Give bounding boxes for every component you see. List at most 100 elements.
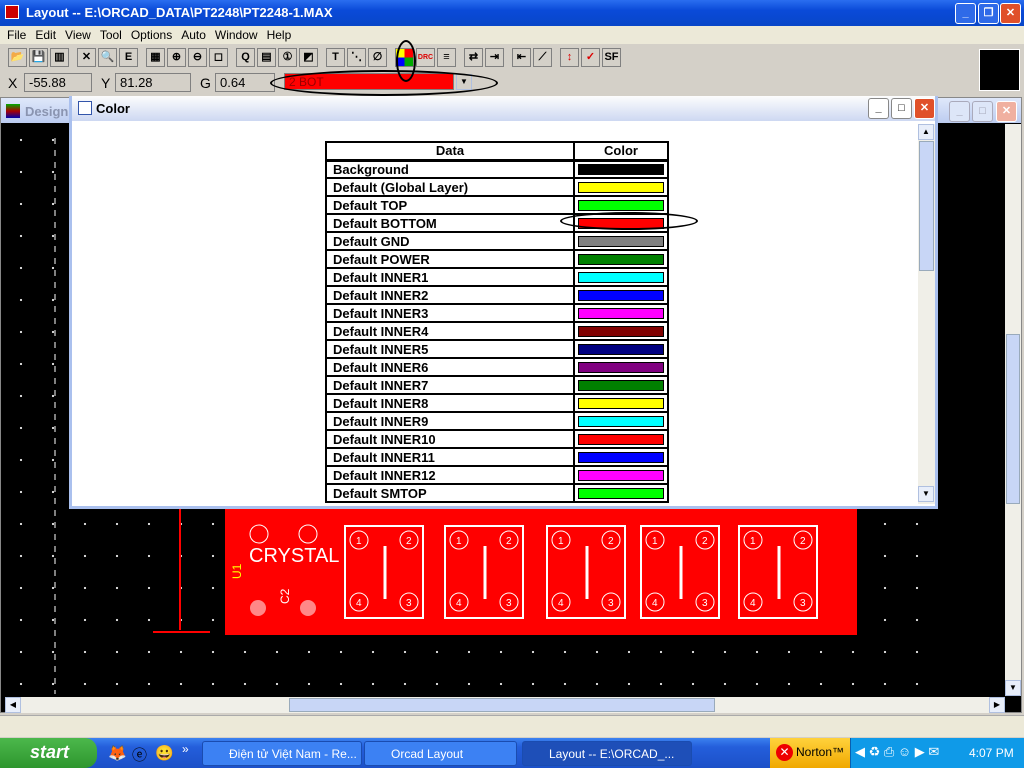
scroll-down-button[interactable]: ▼ xyxy=(918,486,934,502)
scroll-thumb[interactable] xyxy=(919,141,934,271)
color-row[interactable]: Default (Global Layer) xyxy=(325,177,669,197)
menu-view[interactable]: View xyxy=(62,26,97,44)
auto-route-icon[interactable]: ⟋ xyxy=(533,48,552,67)
start-button[interactable]: start xyxy=(0,738,97,768)
color-swatch[interactable] xyxy=(578,235,664,247)
color-swatch[interactable] xyxy=(578,181,664,193)
color-swatch[interactable] xyxy=(578,397,664,409)
color-row[interactable]: Default INNER7 xyxy=(325,375,669,395)
color-swatch-cell[interactable] xyxy=(573,357,669,377)
color-row[interactable]: Default INNER12 xyxy=(325,465,669,485)
color-swatch-cell[interactable] xyxy=(573,303,669,323)
connection-icon[interactable]: ⋱ xyxy=(347,48,366,67)
horizontal-scrollbar[interactable]: ◀ ▶ xyxy=(5,697,1005,713)
color-vertical-scrollbar[interactable]: ▲ ▼ xyxy=(918,124,935,504)
zoom-in-icon[interactable]: ⊕ xyxy=(167,48,186,67)
drc-icon[interactable]: DRC xyxy=(416,48,435,67)
color-swatch-cell[interactable] xyxy=(573,231,669,251)
menu-tool[interactable]: Tool xyxy=(97,26,128,44)
color-swatch-cell[interactable] xyxy=(573,321,669,341)
task-orcad[interactable]: Orcad Layout xyxy=(364,741,517,766)
edit-icon[interactable]: E xyxy=(119,48,138,67)
tray-icons[interactable]: ◀ ♻ ⎙ ☺ ▶ ✉ xyxy=(855,744,939,760)
menu-help[interactable]: Help xyxy=(264,26,298,44)
save-icon[interactable]: 💾 xyxy=(29,48,48,67)
text-icon[interactable]: T xyxy=(326,48,345,67)
menu-file[interactable]: File xyxy=(4,26,32,44)
color-row[interactable]: Default INNER11 xyxy=(325,447,669,467)
color-close-button[interactable]: ✕ xyxy=(914,98,935,119)
task-layout[interactable]: Layout -- E:\ORCAD_... xyxy=(522,741,692,766)
color-row[interactable]: Default INNER1 xyxy=(325,267,669,287)
color-row[interactable]: Default POWER xyxy=(325,249,669,269)
design-minimize-button[interactable]: _ xyxy=(949,101,970,122)
app-icon[interactable] xyxy=(5,5,19,19)
close-button[interactable]: ✕ xyxy=(1000,3,1021,24)
cut-icon[interactable]: ✕ xyxy=(77,48,96,67)
find-icon[interactable]: 🔍 xyxy=(98,48,117,67)
scroll-right-button[interactable]: ▶ xyxy=(989,697,1005,713)
color-swatch-cell[interactable] xyxy=(573,411,669,431)
color-swatch[interactable] xyxy=(578,487,664,499)
library-icon[interactable]: ▥ xyxy=(50,48,69,67)
color-swatch-cell[interactable] xyxy=(573,393,669,413)
menu-window[interactable]: Window xyxy=(212,26,264,44)
menu-auto[interactable]: Auto xyxy=(178,26,212,44)
color-row[interactable]: Default SMTOP xyxy=(325,483,669,503)
color-swatch[interactable] xyxy=(578,163,664,175)
error-icon[interactable]: ∅ xyxy=(368,48,387,67)
sf-icon[interactable]: SF xyxy=(602,48,621,67)
menu-edit[interactable]: Edit xyxy=(32,26,62,44)
vertical-scrollbar[interactable]: ▼ xyxy=(1005,124,1021,696)
color-row[interactable]: Default INNER10 xyxy=(325,429,669,449)
shove-icon[interactable]: ⇥ xyxy=(485,48,504,67)
obstacle-icon[interactable]: ◩ xyxy=(299,48,318,67)
color-row[interactable]: Default INNER6 xyxy=(325,357,669,377)
task-browser[interactable]: Điện tử Việt Nam - Re... xyxy=(202,741,362,766)
minimize-button[interactable]: _ xyxy=(955,3,976,24)
color-swatch-cell[interactable] xyxy=(573,465,669,485)
color-swatch[interactable] xyxy=(578,415,664,427)
color-swatch-cell[interactable] xyxy=(573,249,669,269)
scroll-left-button[interactable]: ◀ xyxy=(5,697,21,713)
color-row[interactable]: Default INNER2 xyxy=(325,285,669,305)
design-maximize-button[interactable]: □ xyxy=(972,101,993,122)
drc-check-icon[interactable]: ✓ xyxy=(581,48,600,67)
design-close-button[interactable]: ✕ xyxy=(996,101,1017,122)
color-swatch-cell[interactable] xyxy=(573,339,669,359)
color-swatch[interactable] xyxy=(578,325,664,337)
query-icon[interactable]: Q xyxy=(236,48,255,67)
color-row[interactable]: Background xyxy=(325,159,669,179)
color-row[interactable]: Default INNER5 xyxy=(325,339,669,359)
color-row[interactable]: Default INNER3 xyxy=(325,303,669,323)
spreadsheet-icon[interactable]: ▦ xyxy=(146,48,165,67)
firefox-icon[interactable]: 🦊 xyxy=(108,744,127,762)
color-row[interactable]: Default INNER9 xyxy=(325,411,669,431)
layers-icon[interactable]: ≡ xyxy=(437,48,456,67)
restore-button[interactable]: ❐ xyxy=(978,3,999,24)
color-row[interactable]: Default GND xyxy=(325,231,669,251)
color-row[interactable]: Default INNER4 xyxy=(325,321,669,341)
color-swatch[interactable] xyxy=(578,343,664,355)
scroll-thumb[interactable] xyxy=(1006,334,1020,504)
pin-icon[interactable]: ① xyxy=(278,48,297,67)
color-minimize-button[interactable]: _ xyxy=(868,98,889,119)
route-icon[interactable]: ⇄ xyxy=(464,48,483,67)
color-row[interactable]: Default INNER8 xyxy=(325,393,669,413)
color-swatch[interactable] xyxy=(578,469,664,481)
color-swatch[interactable] xyxy=(578,289,664,301)
color-swatch-cell[interactable] xyxy=(573,159,669,179)
color-swatch[interactable] xyxy=(578,433,664,445)
refresh-icon[interactable]: ↕ xyxy=(560,48,579,67)
color-swatch-cell[interactable] xyxy=(573,285,669,305)
color-swatch[interactable] xyxy=(578,361,664,373)
component-icon[interactable]: ▤ xyxy=(257,48,276,67)
color-swatch[interactable] xyxy=(578,271,664,283)
zoom-all-icon[interactable]: ◻ xyxy=(209,48,228,67)
scroll-down-button[interactable]: ▼ xyxy=(1005,680,1021,696)
color-swatch-cell[interactable] xyxy=(573,177,669,197)
chevron-right-icon[interactable]: » xyxy=(182,742,189,756)
color-swatch[interactable] xyxy=(578,199,664,211)
color-swatch-cell[interactable] xyxy=(573,429,669,449)
color-swatch[interactable] xyxy=(578,451,664,463)
